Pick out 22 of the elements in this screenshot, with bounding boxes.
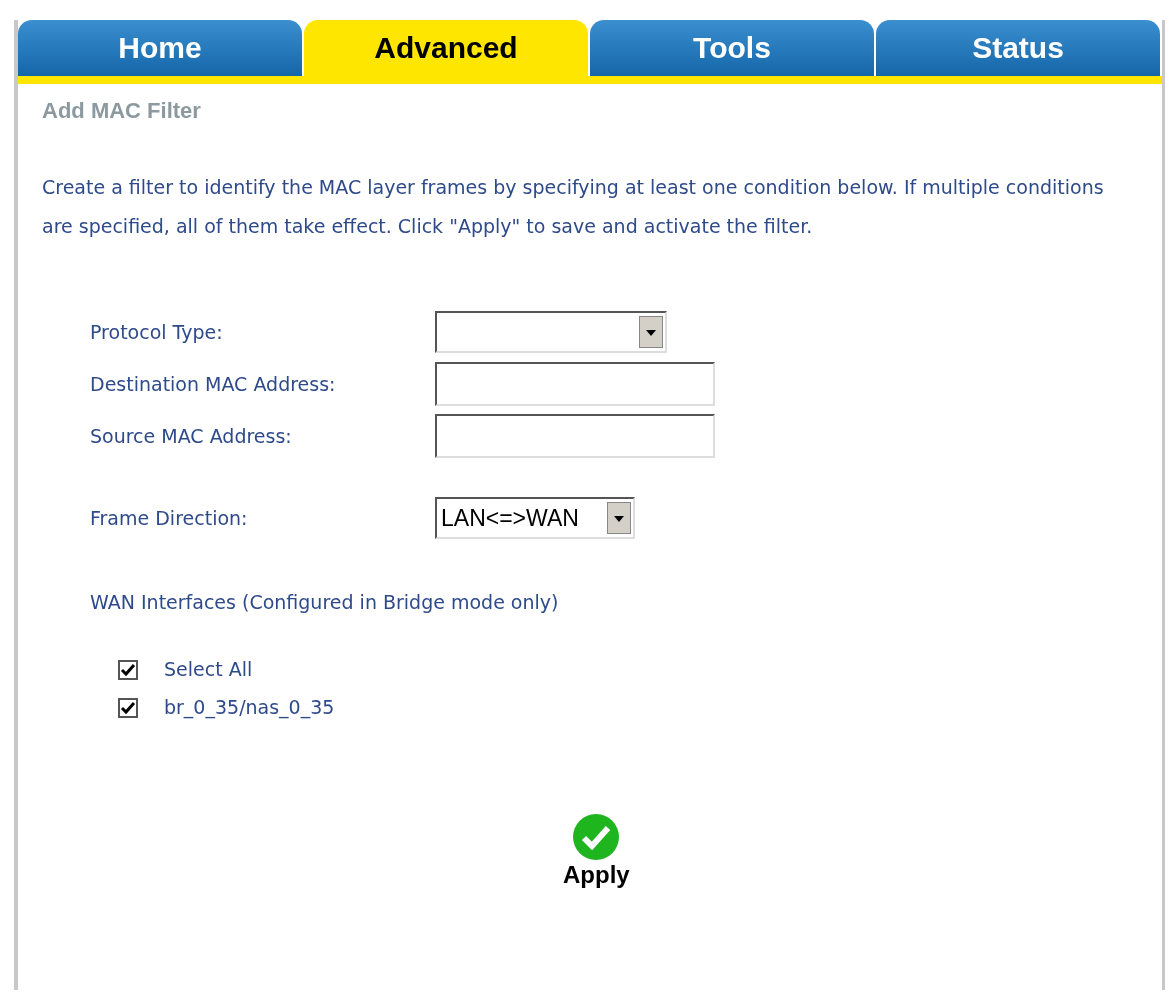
dropdown[interactable] — [435, 311, 667, 353]
section-label: WAN Interfaces (Configured in Bridge mode only) — [90, 590, 560, 615]
checkbox-label: br_0_35/nas_0_35 — [164, 695, 335, 721]
field-label: Source MAC Address: — [90, 423, 293, 449]
field-label: Frame Direction: — [90, 505, 249, 531]
field-label: Destination MAC Address: — [90, 371, 337, 397]
nav-tab[interactable]: Advanced — [304, 20, 588, 76]
checkbox[interactable] — [118, 659, 138, 680]
field-label: Protocol Type: — [90, 319, 224, 345]
checkbox[interactable] — [118, 697, 138, 718]
page-title: Add MAC Filter — [42, 98, 202, 124]
check-icon — [572, 812, 621, 861]
dropdown[interactable]: LAN<=>WAN — [435, 497, 635, 539]
input-field[interactable] — [435, 414, 715, 458]
description-text: Create a filter to identify the MAC layer frames by specifying at least one condition below. If multiple conditions are specified, all of them take effect. Click "Apply" to save and activate the filter. — [42, 175, 1105, 239]
nav-tab[interactable]: Status — [876, 20, 1160, 76]
nav-tab[interactable]: Tools — [590, 20, 874, 76]
apply-button[interactable]: Apply — [563, 812, 630, 889]
checkbox-label: Select All — [164, 657, 253, 683]
nav-tab[interactable]: Home — [18, 20, 302, 76]
input-field[interactable] — [435, 362, 715, 406]
dropdown-value: LAN<=>WAN — [441, 504, 580, 532]
